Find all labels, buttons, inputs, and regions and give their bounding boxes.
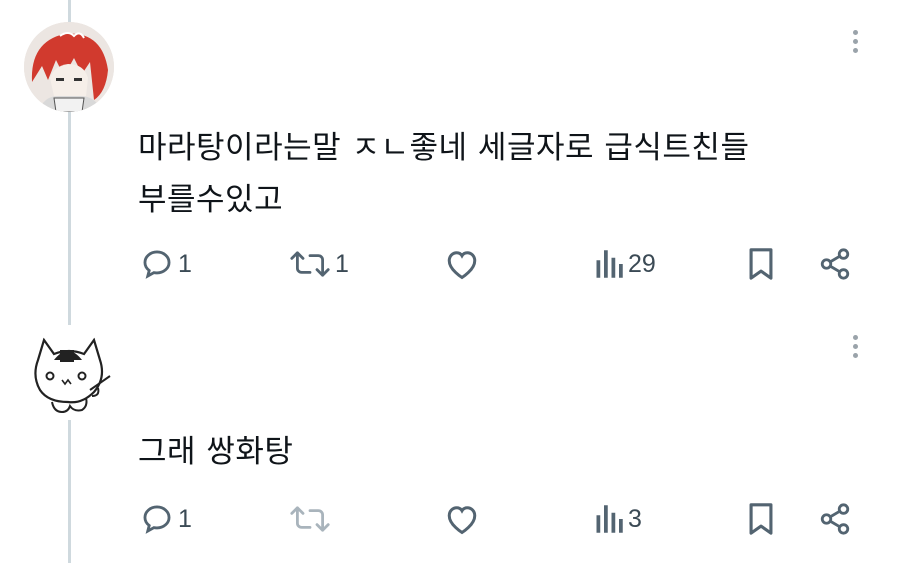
heart-icon [447, 506, 477, 535]
retweet-button[interactable]: 1 [289, 247, 349, 281]
tweet-text-line: 마라탕이라는말 ㅈㄴ좋네 세글자로 급식트친들 [138, 130, 750, 166]
reply-count: 1 [178, 249, 192, 278]
user-avatar[interactable] [24, 330, 114, 420]
retweet-count: 1 [335, 249, 349, 278]
share-icon [820, 248, 850, 280]
share-button[interactable] [818, 247, 852, 281]
retweet-icon [290, 506, 330, 532]
bookmark-icon [749, 248, 773, 280]
tweet-text-line: 부를수있고 [138, 182, 284, 218]
views-count: 3 [628, 504, 642, 533]
more-options-icon[interactable] [851, 335, 859, 358]
like-button[interactable] [444, 247, 480, 281]
reply-button[interactable]: 1 [140, 502, 192, 536]
heart-icon [447, 251, 477, 280]
retweet-button[interactable] [289, 502, 331, 536]
reply-button[interactable]: 1 [140, 247, 192, 281]
views-icon [596, 250, 623, 278]
bookmark-icon [749, 503, 773, 535]
user-avatar[interactable] [24, 22, 114, 112]
more-options-icon[interactable] [851, 30, 859, 53]
tweet-text: 마라탕이라는말 ㅈㄴ좋네 세글자로 급식트친들 부를수있고 [138, 122, 749, 226]
reply-icon [143, 505, 171, 534]
reply-count: 1 [178, 504, 192, 533]
thread-line [68, 412, 71, 563]
tweet-text: 그래 쌍화탕 [138, 426, 293, 478]
like-button[interactable] [444, 502, 480, 536]
retweet-icon [290, 251, 330, 277]
views-icon [596, 505, 623, 533]
share-button[interactable] [818, 502, 852, 536]
share-icon [820, 503, 850, 535]
bookmark-button[interactable] [746, 502, 776, 536]
bookmark-button[interactable] [746, 247, 776, 281]
views-button[interactable]: 29 [594, 247, 656, 281]
reply-icon [143, 250, 171, 279]
views-button[interactable]: 3 [594, 502, 642, 536]
tweet-text-line: 그래 쌍화탕 [138, 434, 294, 470]
views-count: 29 [628, 249, 656, 278]
